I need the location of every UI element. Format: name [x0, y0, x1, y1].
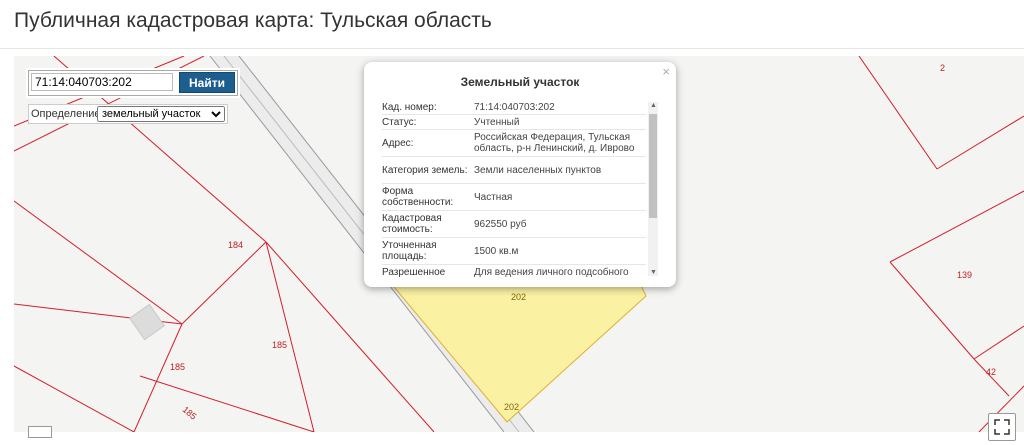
definition-control: Определение: земельный участок [28, 104, 228, 124]
parcel-label: 185 [272, 340, 288, 350]
row-value: Для ведения личного подсобного [474, 267, 629, 278]
selected-parcel-202[interactable] [387, 280, 647, 423]
page-header: Публичная кадастровая карта: Тульская об… [0, 0, 1024, 49]
parcel-label: 139 [957, 270, 973, 280]
definition-select[interactable]: земельный участок [97, 106, 225, 122]
cadastral-number-input[interactable] [31, 73, 173, 91]
row-key: Адрес: [382, 137, 414, 149]
row-key: Статус: [382, 117, 417, 128]
close-icon[interactable]: × [662, 64, 670, 79]
parcel-label: 42 [986, 367, 997, 377]
parcel-label: 184 [228, 240, 244, 250]
find-button[interactable]: Найти [179, 72, 235, 93]
table-row: Форма собственности: Частная [382, 184, 646, 211]
page-title: Публичная кадастровая карта: Тульская об… [14, 9, 492, 32]
row-key: Кад. номер: [382, 102, 437, 113]
table-row: Категория земель: Земли населенных пункто… [382, 157, 646, 184]
table-row: Статус: Учтенный [382, 115, 646, 130]
row-value: Учтенный [474, 117, 520, 128]
scroll-up-icon[interactable]: ▲ [650, 102, 657, 109]
definition-label: Определение: [31, 108, 104, 120]
building [129, 303, 165, 341]
row-key: Кадастровая стоимость: [382, 213, 442, 235]
row-value: Частная [474, 191, 513, 203]
row-value: Земли населенных пунктов [474, 164, 602, 176]
table-row: Кад. номер: 71:14:040703:202 [382, 100, 646, 115]
parcel-info-table: Кад. номер: 71:14:040703:202 Статус: Учтен… [382, 100, 646, 278]
table-row: Адрес: Российская Федерация, Тульская обл… [382, 130, 646, 157]
popup-scrollbar[interactable]: ▲ ▼ [648, 102, 658, 276]
row-key: Форма собственности: [382, 186, 454, 208]
scroll-down-icon[interactable]: ▼ [650, 269, 657, 276]
parcel-label: 202 [511, 292, 527, 302]
fullscreen-icon [994, 419, 1010, 435]
search-box: Найти [28, 70, 238, 96]
table-row: Уточненная площадь: 1500 кв.м [382, 238, 646, 265]
parcel-label: 2 [940, 63, 946, 73]
row-value: 71:14:040703:202 [474, 102, 555, 113]
parcel-info-popup: Земельный участок × Кад. номер: 71:14:040… [364, 62, 676, 287]
row-value: 1500 кв.м [474, 245, 519, 257]
row-key: Категория земель: [382, 164, 468, 176]
row-value: Российская Федерация, Тульская область, … [474, 132, 635, 154]
fullscreen-button[interactable] [988, 413, 1016, 441]
table-row: Кадастровая стоимость: 962550 руб [382, 211, 646, 238]
zoom-button[interactable] [28, 426, 52, 438]
parcel-label: 185 [170, 362, 186, 372]
row-key: Уточненная площадь: [382, 240, 437, 262]
popup-title: Земельный участок [460, 75, 580, 89]
table-row: Разрешенное Для ведения личного подсобног… [382, 265, 646, 278]
parcel-label: 202 [504, 402, 520, 412]
row-key: Разрешенное [382, 267, 446, 278]
row-value: 962550 руб [474, 218, 527, 230]
scroll-thumb[interactable] [649, 114, 657, 218]
